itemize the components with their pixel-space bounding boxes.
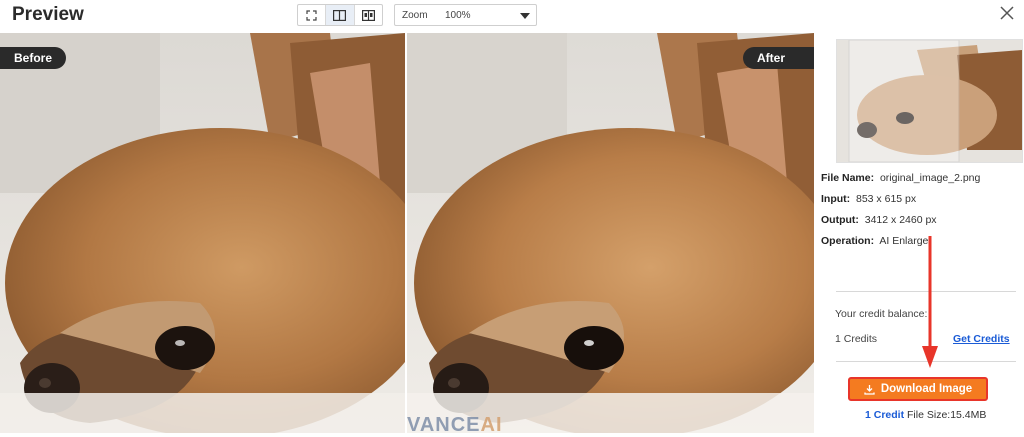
split-view-icon bbox=[333, 9, 347, 21]
file-name-label: File Name: bbox=[821, 172, 875, 184]
input-value: 853 x 615 px bbox=[856, 193, 917, 205]
dog-photo-after bbox=[407, 33, 814, 433]
split-view-button[interactable] bbox=[326, 5, 355, 25]
file-size: File Size:15.4MB bbox=[907, 409, 987, 421]
input-label: Input: bbox=[821, 193, 851, 205]
zoom-label: Zoom bbox=[402, 10, 428, 21]
download-info: 1 Credit File Size:15.4MB bbox=[865, 409, 986, 421]
fit-view-button[interactable] bbox=[298, 5, 327, 25]
after-image[interactable] bbox=[407, 33, 814, 433]
before-badge: Before bbox=[0, 47, 67, 69]
after-badge: After bbox=[743, 47, 815, 69]
thumbnail-image bbox=[837, 40, 1022, 162]
watermark-logo: VANCEAI bbox=[407, 414, 503, 437]
output-label: Output: bbox=[821, 214, 859, 226]
pointer-arrow-annotation bbox=[922, 236, 938, 368]
fit-icon bbox=[306, 9, 317, 21]
dog-photo-before bbox=[0, 33, 405, 433]
output-value: 3412 x 2460 px bbox=[864, 214, 937, 226]
preview-header: Preview Zoom 100% bbox=[0, 0, 1024, 32]
download-icon bbox=[864, 384, 875, 395]
compare-view-icon bbox=[361, 9, 375, 21]
input-size-row: Input: 853 x 615 px bbox=[821, 193, 916, 205]
credit-cost: 1 Credit bbox=[865, 409, 905, 421]
file-name-row: File Name: original_image_2.png bbox=[821, 172, 980, 184]
credit-count: 1 Credits bbox=[835, 333, 878, 345]
before-image[interactable] bbox=[0, 33, 405, 433]
zoom-value: 100% bbox=[445, 10, 471, 21]
operation-label: Operation: bbox=[821, 235, 875, 247]
download-image-button[interactable]: Download Image bbox=[848, 377, 988, 401]
download-label: Download Image bbox=[880, 383, 973, 395]
chevron-down-icon bbox=[520, 13, 530, 19]
view-mode-toggle bbox=[297, 4, 383, 26]
page-title: Preview bbox=[12, 4, 84, 25]
file-name-value: original_image_2.png bbox=[879, 172, 981, 184]
navigator-thumbnail[interactable] bbox=[836, 39, 1023, 163]
close-icon[interactable] bbox=[999, 5, 1015, 21]
zoom-select[interactable]: Zoom 100% bbox=[394, 4, 537, 26]
get-credits-link[interactable]: Get Credits bbox=[953, 333, 1010, 345]
compare-view-button[interactable] bbox=[355, 5, 382, 25]
output-size-row: Output: 3412 x 2460 px bbox=[821, 214, 937, 226]
